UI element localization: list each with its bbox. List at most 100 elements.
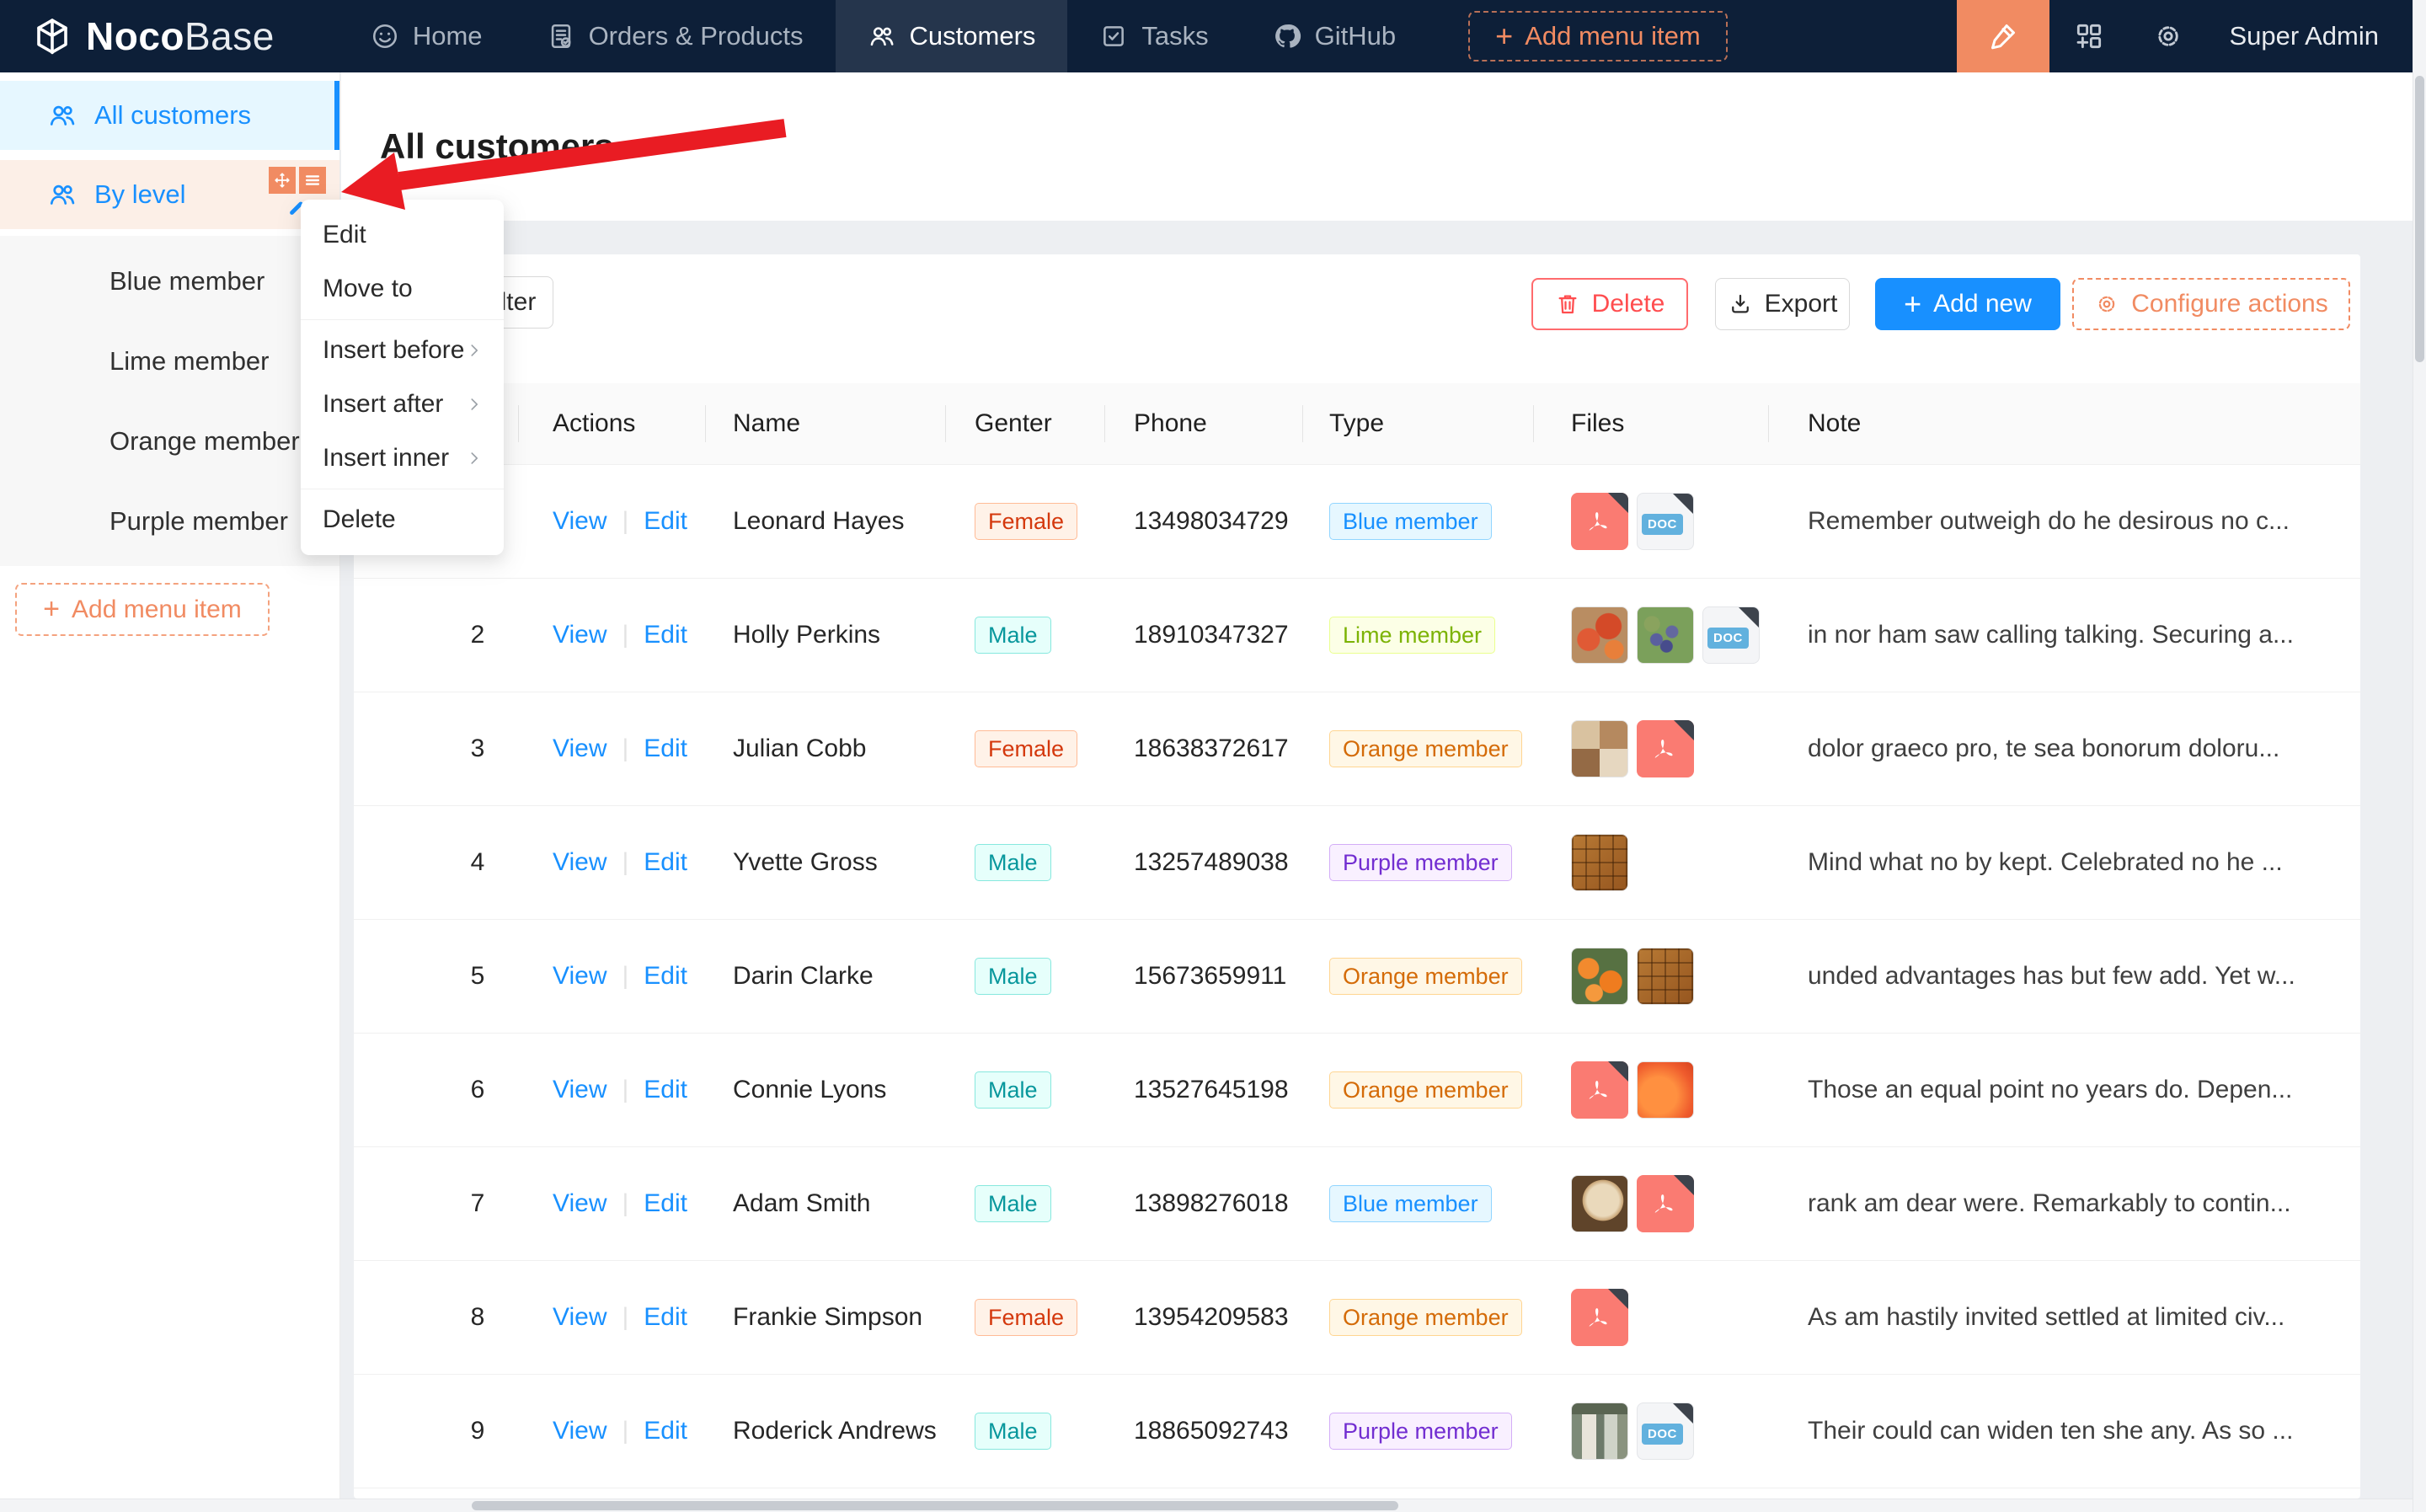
nav-item-home[interactable]: Home — [339, 0, 515, 72]
vertical-scrollbar-thumb[interactable] — [2415, 76, 2424, 362]
files-cell — [1571, 692, 1694, 805]
photo-thumbnail[interactable] — [1637, 1061, 1694, 1119]
gender-cell: Male — [975, 920, 1051, 1033]
context-menu-item-move-to[interactable]: Move to — [301, 262, 504, 316]
customer-name: Julian Cobb — [733, 692, 866, 805]
view-link[interactable]: View — [553, 1417, 606, 1445]
gender-tag: Male — [975, 1185, 1051, 1222]
edit-link[interactable]: Edit — [644, 621, 687, 649]
photo-thumbnail[interactable] — [1571, 834, 1628, 891]
pdf-file-icon[interactable] — [1637, 720, 1694, 777]
context-menu-item-edit[interactable]: Edit — [301, 208, 504, 262]
plus-icon: + — [1904, 286, 1921, 322]
sidebar-item-by-level[interactable]: By level — [0, 160, 339, 229]
folded-corner — [1608, 1289, 1628, 1309]
column-header-genter: Genter — [975, 383, 1052, 464]
photo-thumbnail[interactable] — [1571, 1175, 1628, 1232]
edit-link[interactable]: Edit — [644, 962, 687, 991]
phone-number: 18865092743 — [1134, 1375, 1289, 1488]
view-link[interactable]: View — [553, 848, 606, 877]
sidebar-item-lime-member[interactable]: Lime member — [0, 321, 339, 401]
edit-link[interactable]: Edit — [644, 848, 687, 877]
note-text: Those an equal point no years do. Depen.… — [1808, 1034, 2338, 1146]
photo-thumbnail[interactable] — [1637, 948, 1694, 1005]
files-cell — [1571, 806, 1628, 919]
customer-name: Roderick Andrews — [733, 1375, 937, 1488]
menu-divider — [301, 319, 504, 320]
drag-move-button[interactable] — [269, 167, 296, 194]
chevron-right-icon — [465, 395, 484, 414]
plugin-manager-button[interactable] — [2049, 0, 2129, 72]
view-link[interactable]: View — [553, 1189, 606, 1218]
edit-link[interactable]: Edit — [644, 735, 687, 763]
phone-number: 13954209583 — [1134, 1261, 1289, 1374]
row-index: 5 — [451, 920, 505, 1033]
photo-thumbnail[interactable] — [1571, 720, 1628, 777]
type-cell: Purple member — [1329, 806, 1512, 919]
note-text: As am hastily invited settled at limited… — [1808, 1261, 2338, 1374]
sidebar-add-menu-item-button[interactable]: +Add menu item — [15, 583, 270, 636]
delete-button[interactable]: Delete — [1531, 278, 1688, 330]
edit-link[interactable]: Edit — [644, 507, 687, 536]
horizontal-scrollbar[interactable] — [0, 1499, 2413, 1512]
sidebar-subitem-label: Purple member — [110, 506, 288, 537]
nav-item-orders-products[interactable]: Orders & Products — [515, 0, 836, 72]
trash-icon — [1555, 291, 1580, 317]
sidebar-item-all-customers[interactable]: All customers — [0, 81, 339, 150]
pdf-file-icon[interactable] — [1637, 1175, 1694, 1232]
nav-add-menu-item-button[interactable]: + Add menu item — [1468, 11, 1728, 61]
sidebar-item-orange-member[interactable]: Orange member — [0, 401, 339, 481]
configure-actions-button[interactable]: Configure actions — [2072, 278, 2350, 330]
view-link[interactable]: View — [553, 507, 606, 536]
brand-text: NocoBase — [86, 13, 275, 59]
edit-link[interactable]: Edit — [644, 1417, 687, 1445]
view-link[interactable]: View — [553, 1303, 606, 1332]
photo-thumbnail[interactable] — [1571, 1402, 1628, 1460]
nav-item-github[interactable]: GitHub — [1241, 0, 1428, 72]
sidebar-submenu: Blue memberLime memberOrange member Purpl… — [0, 236, 339, 566]
item-settings-menu-button[interactable] — [299, 167, 326, 194]
view-link[interactable]: View — [553, 735, 606, 763]
edit-link[interactable]: Edit — [644, 1076, 687, 1104]
user-menu[interactable]: Super Admin — [2230, 21, 2380, 51]
vertical-scrollbar[interactable] — [2413, 0, 2426, 1512]
doc-file-icon[interactable]: DOC — [1637, 1402, 1694, 1460]
view-link[interactable]: View — [553, 621, 606, 649]
photo-thumbnail[interactable] — [1571, 948, 1628, 1005]
photo-thumbnail[interactable] — [1637, 606, 1694, 664]
nav-item-tasks[interactable]: Tasks — [1067, 0, 1240, 72]
pdf-file-icon[interactable] — [1571, 493, 1628, 550]
type-cell: Orange member — [1329, 1034, 1522, 1146]
view-link[interactable]: View — [553, 1076, 606, 1104]
context-menu-item-insert-inner[interactable]: Insert inner — [301, 431, 504, 485]
view-link[interactable]: View — [553, 962, 606, 991]
edit-link[interactable]: Edit — [644, 1189, 687, 1218]
add-new-button[interactable]: + Add new — [1875, 278, 2060, 330]
chevron-right-icon — [465, 449, 484, 467]
nav-item-customers[interactable]: Customers — [836, 0, 1068, 72]
edit-link[interactable]: Edit — [644, 1303, 687, 1332]
settings-button[interactable] — [2129, 0, 2208, 72]
context-menu-item-insert-before[interactable]: Insert before — [301, 323, 504, 377]
tasks-icon — [1099, 22, 1128, 51]
action-divider: | — [622, 1303, 628, 1332]
doc-file-icon[interactable]: DOC — [1702, 606, 1760, 664]
gender-cell: Male — [975, 806, 1051, 919]
row-index: 4 — [451, 806, 505, 919]
pdf-file-icon[interactable] — [1571, 1289, 1628, 1346]
sidebar-item-purple-member[interactable]: Purple member — [0, 481, 339, 561]
doc-file-icon[interactable]: DOC — [1637, 493, 1694, 550]
customer-name: Frankie Simpson — [733, 1261, 922, 1374]
horizontal-scrollbar-thumb[interactable] — [472, 1501, 1398, 1510]
nocobase-logo[interactable]: NocoBase — [32, 13, 275, 59]
photo-thumbnail[interactable] — [1571, 606, 1628, 664]
column-header-type: Type — [1329, 383, 1384, 464]
export-button[interactable]: Export — [1715, 278, 1850, 330]
context-menu-item-delete[interactable]: Delete — [301, 493, 504, 547]
action-divider: | — [622, 735, 628, 763]
sidebar-item-blue-member[interactable]: Blue member — [0, 241, 339, 321]
row-actions: View|Edit — [553, 1034, 687, 1146]
pdf-file-icon[interactable] — [1571, 1061, 1628, 1119]
context-menu-item-insert-after[interactable]: Insert after — [301, 377, 504, 431]
ui-editor-button[interactable] — [1957, 0, 2049, 72]
